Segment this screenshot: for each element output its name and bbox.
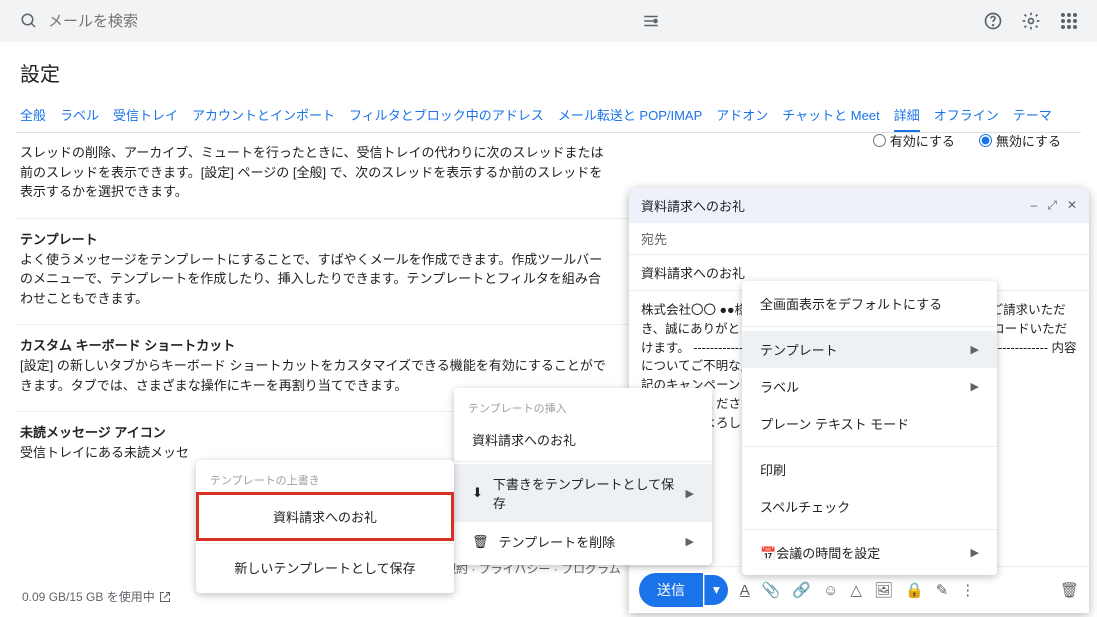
search-input[interactable] [48, 13, 642, 30]
template-submenu: テンプレートの挿入 資料請求へのお礼 ⬇下書きをテンプレートとして保存 ▶ 🗑テ… [454, 388, 712, 565]
minimize-icon[interactable]: – [1031, 198, 1038, 213]
tab-theme[interactable]: テーマ [1013, 99, 1052, 132]
attach-icon[interactable]: 📎 [762, 581, 781, 599]
tab-accounts[interactable]: アカウントとインポート [192, 99, 335, 132]
compose-header[interactable]: 資料請求へのお礼 – ⤢ ✕ [629, 188, 1089, 223]
top-bar [0, 0, 1097, 42]
pen-icon[interactable]: ✎ [936, 581, 949, 599]
expand-icon[interactable]: ⤢ [1047, 198, 1057, 213]
chevron-right-icon: ▶ [971, 546, 979, 559]
tab-general[interactable]: 全般 [20, 99, 46, 132]
tab-forwarding[interactable]: メール転送と POP/IMAP [558, 99, 702, 132]
menu-fullscreen[interactable]: 全画面表示をデフォルトにする [742, 285, 997, 322]
compose-more-menu: 全画面表示をデフォルトにする テンプレート▶ ラベル▶ プレーン テキスト モー… [742, 281, 997, 575]
radio-enable[interactable]: 有効にする [873, 131, 955, 150]
autoadvance-desc: スレッドの削除、アーカイブ、ミュートを行ったときに、受信トレイの代わりに次のスレ… [20, 143, 610, 202]
overwrite-template-item[interactable]: 資料請求へのお礼 [196, 492, 454, 541]
search-options-icon[interactable] [642, 12, 660, 30]
tab-addons[interactable]: アドオン [716, 99, 768, 132]
menu-label[interactable]: ラベル▶ [742, 368, 997, 405]
open-icon[interactable] [159, 591, 171, 603]
chevron-right-icon: ▶ [971, 343, 979, 356]
send-button[interactable]: 送信 [639, 573, 703, 607]
trash-icon[interactable]: 🗑 [1060, 581, 1079, 599]
tab-inbox[interactable]: 受信トレイ [113, 99, 178, 132]
autoadvance-radios: 有効にする 無効にする [873, 131, 1061, 150]
trash-icon: 🗑 [472, 534, 489, 550]
chevron-right-icon: ▶ [971, 380, 979, 393]
more-icon[interactable]: ⋮ [960, 581, 975, 599]
close-icon[interactable]: ✕ [1067, 198, 1077, 213]
help-icon[interactable] [983, 11, 1003, 31]
settings-tabs: 全般 ラベル 受信トレイ アカウントとインポート フィルタとブロック中のアドレス… [16, 99, 1081, 133]
save-icon: ⬇ [472, 485, 483, 501]
tab-filters[interactable]: フィルタとブロック中のアドレス [349, 99, 544, 132]
search-icon [20, 12, 38, 30]
save-new-template[interactable]: 新しいテンプレートとして保存 [196, 546, 454, 589]
image-icon[interactable]: 🖼 [874, 581, 893, 599]
page-title: 設定 [20, 58, 1081, 87]
emoji-icon[interactable]: ☺ [823, 582, 838, 599]
chevron-right-icon: ▶ [686, 535, 694, 548]
footer-storage: 0.09 GB/15 GB を使用中 [16, 580, 177, 613]
tab-offline[interactable]: オフライン [934, 99, 999, 132]
compose-window-controls: – ⤢ ✕ [1031, 198, 1077, 213]
lock-icon[interactable]: 🔒 [905, 581, 924, 599]
compose-title: 資料請求へのお礼 [641, 196, 1031, 215]
chevron-right-icon: ▶ [686, 487, 694, 500]
tab-chat[interactable]: チャットと Meet [782, 99, 879, 132]
overwrite-header: テンプレートの上書き [196, 464, 454, 492]
template-desc: よく使うメッセージをテンプレートにすることで、すばやくメールを作成できます。作成… [20, 250, 610, 309]
search-box[interactable] [10, 6, 670, 36]
submenu-insert-header: テンプレートの挿入 [454, 392, 712, 420]
submenu-template-item[interactable]: 資料請求へのお礼 [454, 420, 712, 459]
tab-labels[interactable]: ラベル [60, 99, 99, 132]
top-right-icons [983, 11, 1087, 31]
calendar-icon: 📅 [760, 546, 776, 561]
submenu-delete[interactable]: 🗑テンプレートを削除 ▶ [454, 522, 712, 561]
menu-plaintext[interactable]: プレーン テキスト モード [742, 405, 997, 442]
menu-meeting[interactable]: 📅会議の時間を設定▶ [742, 534, 997, 571]
menu-print[interactable]: 印刷 [742, 451, 997, 488]
gear-icon[interactable] [1021, 11, 1041, 31]
menu-template[interactable]: テンプレート▶ [742, 331, 997, 368]
compose-to-field[interactable]: 宛先 [629, 223, 1089, 255]
tab-advanced[interactable]: 詳細 [894, 99, 920, 132]
format-icon[interactable]: A [740, 582, 750, 599]
menu-spellcheck[interactable]: スペルチェック [742, 488, 997, 525]
drive-icon[interactable]: △ [850, 581, 862, 599]
submenu-save-draft[interactable]: ⬇下書きをテンプレートとして保存 ▶ [454, 464, 712, 522]
link-icon[interactable]: 🔗 [792, 581, 811, 599]
apps-icon[interactable] [1059, 11, 1079, 31]
radio-disable[interactable]: 無効にする [979, 131, 1061, 150]
template-overwrite-submenu: テンプレートの上書き 資料請求へのお礼 新しいテンプレートとして保存 [196, 460, 454, 593]
send-more-button[interactable]: ▾ [704, 575, 728, 605]
